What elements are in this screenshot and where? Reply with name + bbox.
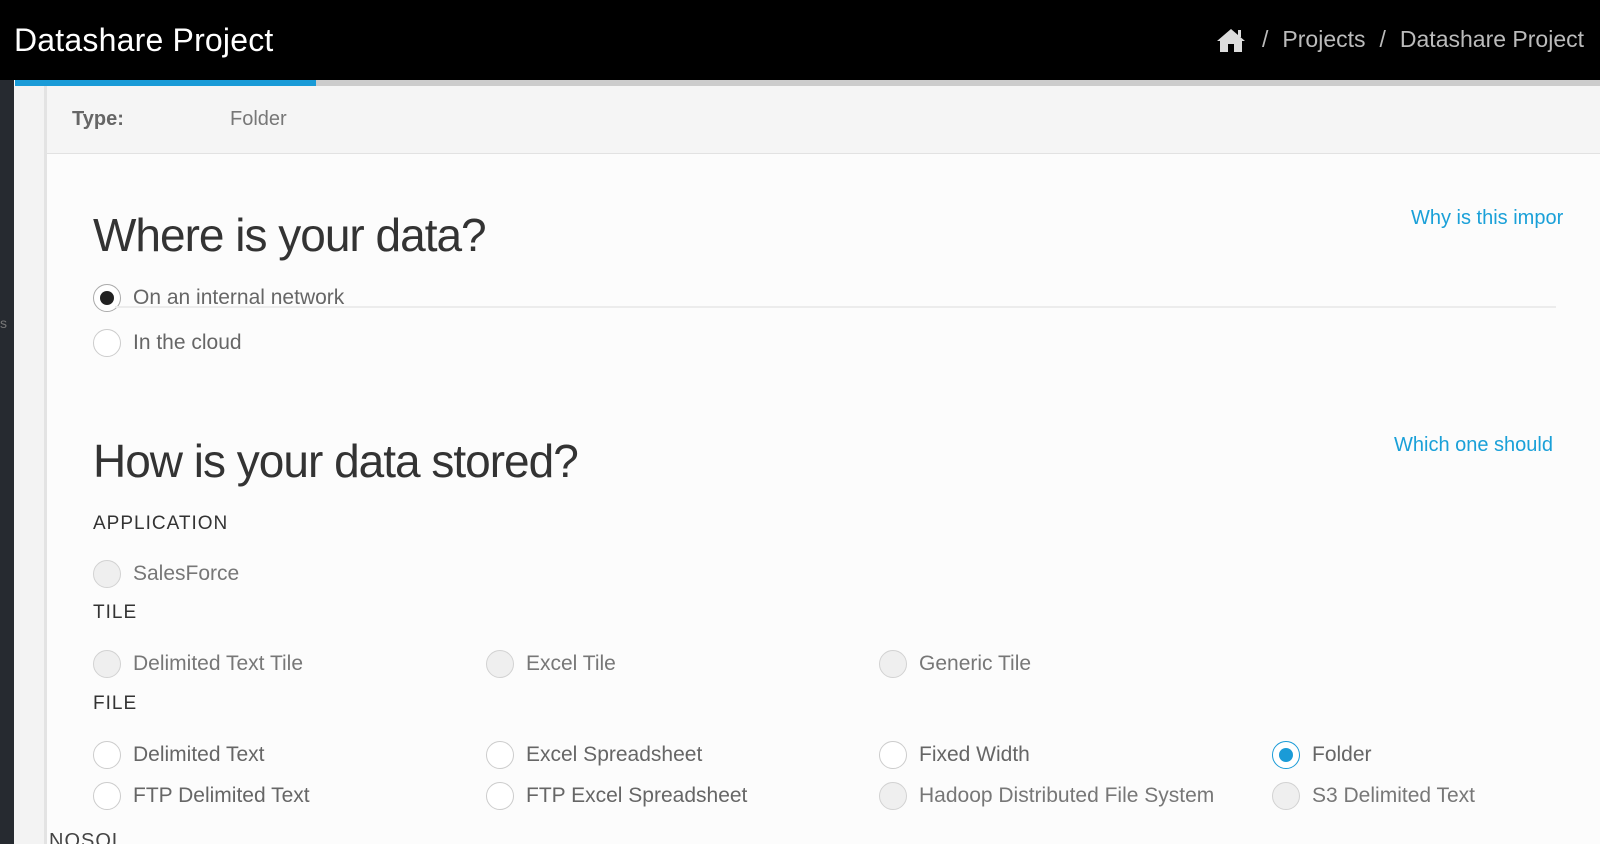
radio-excel-tile[interactable]: Excel Tile (486, 650, 616, 678)
breadcrumb: / Projects / Datashare Project (1216, 26, 1584, 53)
location-heading: Where is your data? (93, 209, 487, 261)
radio-label: Fixed Width (919, 743, 1030, 766)
radio-delimited-text-tile[interactable]: Delimited Text Tile (93, 650, 303, 678)
radio-label: In the cloud (133, 331, 242, 354)
radio-button[interactable] (93, 741, 121, 769)
radio-button[interactable] (486, 650, 514, 678)
top-bar: Datashare Project / Projects / Datashare… (0, 0, 1600, 80)
radio-button[interactable] (879, 782, 907, 810)
radio-label: Delimited Text Tile (133, 652, 304, 675)
radio-label: FTP Excel Spreadsheet (526, 784, 748, 807)
radio-button[interactable] (879, 650, 907, 678)
type-value: Folder (230, 108, 287, 130)
home-icon[interactable] (1216, 27, 1246, 53)
radio-label: FTP Delimited Text (133, 784, 310, 807)
breadcrumb-current: Datashare Project (1399, 26, 1584, 52)
radio-label: Folder (1312, 743, 1372, 766)
radio-label: Excel Spreadsheet (526, 743, 703, 766)
radio-ftp-delimited-text[interactable]: FTP Delimited Text (93, 782, 310, 810)
left-sidebar: s (0, 80, 14, 844)
breadcrumb-separator: / (1262, 26, 1269, 52)
type-summary: Type: Folder (47, 86, 1600, 154)
radio-label: Generic Tile (919, 652, 1032, 675)
radio-hdfs[interactable]: Hadoop Distributed File System (879, 782, 1214, 810)
type-label: Type: (72, 108, 124, 130)
radio-button[interactable] (93, 560, 121, 588)
radio-excel-spreadsheet[interactable]: Excel Spreadsheet (486, 741, 702, 769)
app-title: Datashare Project (14, 22, 274, 58)
radio-button[interactable] (93, 650, 121, 678)
radio-label: Excel Tile (526, 652, 616, 675)
group-label-file: FILE (93, 693, 138, 714)
radio-button[interactable] (486, 782, 514, 810)
radio-s3-delimited-text[interactable]: S3 Delimited Text (1272, 782, 1475, 810)
radio-button[interactable] (1272, 741, 1300, 769)
sidebar-clipped-text: s (0, 315, 7, 331)
location-help-link[interactable]: Why is this impor (1411, 207, 1563, 230)
group-label-nosql: NOSQL (49, 830, 125, 844)
group-label-tile: TILE (93, 602, 138, 623)
radio-button[interactable] (486, 741, 514, 769)
panel-gutter (14, 86, 44, 844)
group-label-application: APPLICATION (93, 513, 229, 534)
radio-label: SalesForce (133, 562, 240, 585)
breadcrumb-separator: / (1379, 26, 1386, 52)
radio-button[interactable] (93, 782, 121, 810)
radio-generic-tile[interactable]: Generic Tile (879, 650, 1031, 678)
radio-label: S3 Delimited Text (1312, 784, 1476, 807)
breadcrumb-projects[interactable]: Projects (1282, 26, 1365, 53)
radio-delimited-text[interactable]: Delimited Text (93, 741, 265, 769)
radio-button[interactable] (1272, 782, 1300, 810)
radio-label: Hadoop Distributed File System (919, 784, 1215, 807)
storage-help-link[interactable]: Which one should (1394, 434, 1553, 457)
radio-fixed-width[interactable]: Fixed Width (879, 741, 1030, 769)
radio-label: Delimited Text (133, 743, 265, 766)
radio-folder[interactable]: Folder (1272, 741, 1372, 769)
radio-cloud[interactable]: In the cloud (93, 329, 242, 357)
radio-ftp-excel-spreadsheet[interactable]: FTP Excel Spreadsheet (486, 782, 747, 810)
section-divider (115, 306, 1556, 308)
storage-heading: How is your data stored? (93, 435, 579, 487)
radio-button[interactable] (93, 329, 121, 357)
radio-salesforce[interactable]: SalesForce (93, 560, 239, 588)
radio-button[interactable] (879, 741, 907, 769)
